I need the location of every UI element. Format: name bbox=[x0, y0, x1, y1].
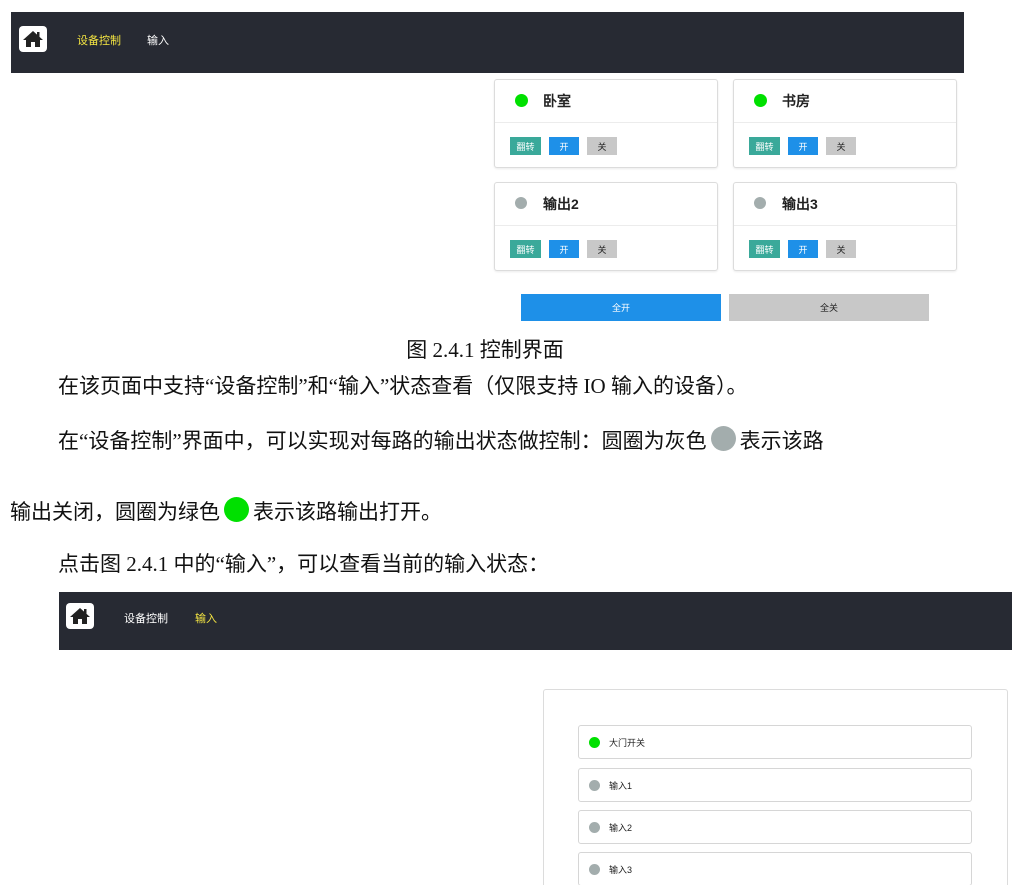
paragraph-3-text-a: 输出关闭，圆圈为绿色 bbox=[10, 500, 220, 524]
status-dot bbox=[754, 94, 767, 107]
off-button[interactable]: 关 bbox=[826, 137, 856, 155]
home-icon bbox=[23, 31, 43, 47]
input-label: 输入2 bbox=[609, 823, 633, 833]
flip-button[interactable]: 翻转 bbox=[749, 240, 780, 258]
status-dot bbox=[589, 737, 600, 748]
figure-caption: 图 2.4.1 控制界面 bbox=[406, 338, 564, 362]
card-header: 输出2 bbox=[495, 183, 717, 226]
input-navbar: 设备控制 输入 bbox=[59, 592, 1012, 650]
paragraph-4: 点击图 2.4.1 中的“输入”，可以查看当前的输入状态： bbox=[58, 552, 550, 576]
input-label: 大门开关 bbox=[609, 738, 646, 748]
on-button[interactable]: 开 bbox=[549, 240, 579, 258]
home-button[interactable] bbox=[66, 603, 94, 629]
paragraph-2-text-a: 在“设备控制”界面中，可以实现对每路的输出状态做控制：圆圈为灰色 bbox=[58, 429, 707, 453]
flip-button[interactable]: 翻转 bbox=[510, 137, 541, 155]
input-label: 输入1 bbox=[609, 781, 633, 791]
card-header: 输出3 bbox=[734, 183, 956, 226]
input-row: 输入3 bbox=[578, 852, 972, 885]
output-card: 卧室 翻转 开 关 bbox=[494, 79, 718, 168]
home-icon bbox=[70, 608, 90, 624]
card-title: 输出3 bbox=[782, 196, 818, 212]
output-card: 书房 翻转 开 关 bbox=[733, 79, 957, 168]
tab-input[interactable]: 输入 bbox=[195, 610, 217, 626]
card-header: 卧室 bbox=[495, 80, 717, 123]
home-button[interactable] bbox=[19, 26, 47, 52]
card-title: 卧室 bbox=[543, 93, 571, 109]
tab-device-control[interactable]: 设备控制 bbox=[124, 610, 168, 626]
off-button[interactable]: 关 bbox=[587, 137, 617, 155]
input-row: 输入1 bbox=[578, 768, 972, 802]
status-dot bbox=[589, 822, 600, 833]
all-off-button[interactable]: 全关 bbox=[729, 294, 929, 321]
on-button[interactable]: 开 bbox=[788, 137, 818, 155]
output-card: 输出3 翻转 开 关 bbox=[733, 182, 957, 271]
status-dot bbox=[754, 197, 766, 209]
status-dot bbox=[515, 197, 527, 209]
status-dot bbox=[515, 94, 528, 107]
flip-button[interactable]: 翻转 bbox=[510, 240, 541, 258]
card-title: 输出2 bbox=[543, 196, 579, 212]
flip-button[interactable]: 翻转 bbox=[749, 137, 780, 155]
green-circle-icon bbox=[224, 497, 249, 522]
paragraph-3: 输出关闭，圆圈为绿色 表示该路输出打开。 bbox=[10, 496, 442, 526]
on-button[interactable]: 开 bbox=[788, 240, 818, 258]
input-row: 输入2 bbox=[578, 810, 972, 844]
paragraph-1: 在该页面中支持“设备控制”和“输入”状态查看（仅限支持 IO 输入的设备）。 bbox=[58, 374, 748, 398]
all-on-button[interactable]: 全开 bbox=[521, 294, 721, 321]
status-dot bbox=[589, 780, 600, 791]
paragraph-2-text-b: 表示该路 bbox=[739, 429, 824, 453]
tab-device-control[interactable]: 设备控制 bbox=[77, 32, 121, 48]
off-button[interactable]: 关 bbox=[826, 240, 856, 258]
control-navbar: 设备控制 输入 bbox=[11, 12, 964, 73]
input-row: 大门开关 bbox=[578, 725, 972, 759]
gray-circle-icon bbox=[710, 426, 736, 451]
off-button[interactable]: 关 bbox=[587, 240, 617, 258]
on-button[interactable]: 开 bbox=[549, 137, 579, 155]
tab-input[interactable]: 输入 bbox=[147, 32, 169, 48]
paragraph-2: 在“设备控制”界面中，可以实现对每路的输出状态做控制：圆圈为灰色 表示该路 bbox=[58, 425, 824, 455]
output-card: 输出2 翻转 开 关 bbox=[494, 182, 718, 271]
input-label: 输入3 bbox=[609, 865, 633, 875]
card-title: 书房 bbox=[782, 93, 810, 109]
status-dot bbox=[589, 864, 600, 875]
paragraph-3-text-b: 表示该路输出打开。 bbox=[253, 500, 442, 524]
card-header: 书房 bbox=[734, 80, 956, 123]
